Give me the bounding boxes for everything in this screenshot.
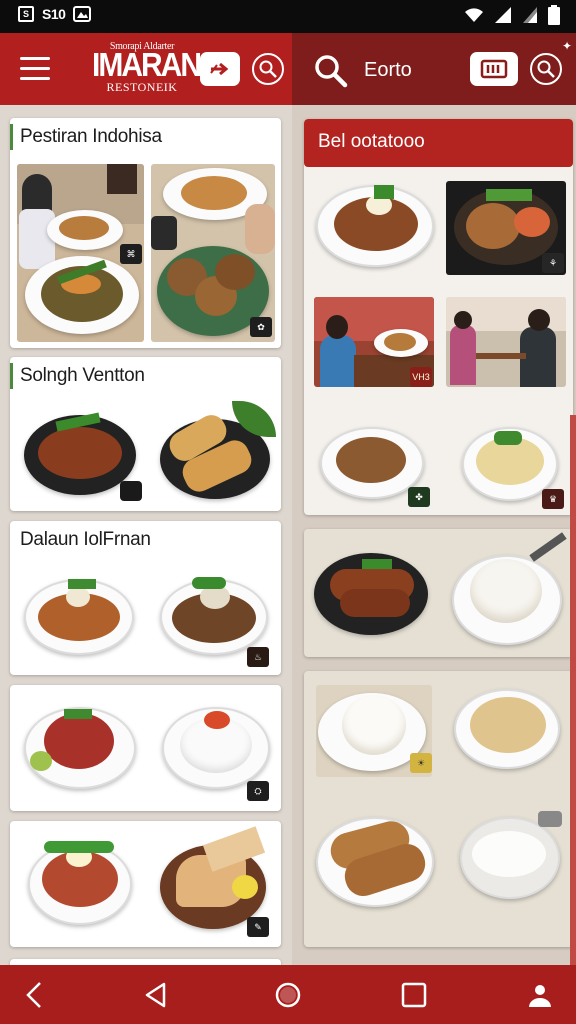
card-accent — [10, 363, 13, 389]
status-text: S10 — [42, 6, 66, 22]
profile-icon — [529, 984, 551, 1007]
hamburger-menu-icon[interactable] — [20, 57, 50, 81]
header-right: Eorto ✦ — [292, 33, 576, 105]
home-button[interactable] — [258, 965, 318, 1024]
restaurant-photo[interactable]: ⌘ — [17, 164, 144, 342]
brand-logo: Smorapi Aldarter IMARAN RESTONEIK — [92, 41, 202, 95]
nav-back-triangle-button[interactable] — [126, 965, 186, 1024]
diner-photo[interactable]: VH3 — [314, 297, 434, 387]
badge-icon: ⚘ — [542, 253, 564, 273]
search-icon — [537, 60, 555, 78]
right-search-button[interactable] — [530, 53, 562, 85]
dish-photo[interactable]: ⚘ — [446, 181, 566, 275]
notification-box-icon: S — [18, 6, 34, 22]
restaurant-card[interactable]: Pestiran Indohisa ⌘ ✿ — [10, 118, 281, 348]
back-button[interactable] — [4, 965, 64, 1024]
restaurant-title: Pestiran Indohisa — [20, 126, 162, 147]
badge-icon: ☀ — [410, 753, 432, 773]
home-triangle-icon — [145, 982, 166, 1007]
battery-icon — [548, 5, 560, 25]
signal-icon — [495, 7, 511, 23]
card-accent — [10, 124, 13, 150]
badge-icon: ♨ — [247, 647, 269, 667]
dish-image[interactable]: ☀ — [316, 685, 432, 777]
app-header: Smorapi Aldarter IMARAN RESTONEIK Eorto … — [0, 33, 576, 105]
badge-icon: ⌘ — [120, 244, 142, 264]
restaurant-card[interactable]: Dalaun IolFrnan ♨ — [10, 521, 281, 675]
dish-card[interactable]: ☀ — [304, 671, 573, 947]
search-query-text[interactable]: Eorto — [364, 59, 412, 82]
signal-icon-2 — [523, 7, 537, 23]
badge-icon: ♛ — [542, 489, 564, 509]
header-left: Smorapi Aldarter IMARAN RESTONEIK — [0, 33, 292, 105]
detail-panel[interactable]: Bel ootatooo ⚘ VH3 ✤ ♛ ☀ — [292, 105, 576, 965]
category-button[interactable] — [470, 52, 518, 86]
search-icon-large[interactable] — [314, 54, 348, 93]
restaurant-card[interactable]: ⛭ — [10, 685, 281, 811]
dish-card[interactable] — [304, 529, 573, 657]
gallery-icon — [73, 6, 92, 22]
wifi-icon — [465, 8, 483, 22]
home-circle-icon — [275, 982, 301, 1007]
restaurant-photo[interactable]: ✿ — [151, 164, 275, 342]
diner-photo[interactable] — [446, 297, 566, 387]
restaurant-title: Dalaun IolFrnan — [20, 529, 151, 550]
restaurant-card[interactable]: ✎ — [10, 821, 281, 947]
badge-icon: ✤ — [408, 487, 430, 507]
brand-name: IMARAN — [92, 47, 202, 84]
restaurant-list[interactable]: Pestiran Indohisa ⌘ ✿ Solngh Ventton Dal… — [0, 105, 292, 965]
restaurant-title: Solngh Ventton — [20, 365, 145, 386]
badge-text: VH3 — [410, 367, 432, 387]
recents-button[interactable] — [384, 965, 444, 1024]
featured-card[interactable]: Bel ootatooo ⚘ VH3 ✤ ♛ — [304, 119, 573, 515]
badge-icon: ✿ — [250, 317, 272, 337]
badge-icon: ⛭ — [247, 781, 269, 801]
back-icon — [26, 981, 41, 1008]
restaurant-card[interactable]: Solngh Ventton — [10, 357, 281, 511]
star-icon: ✦ — [561, 39, 572, 53]
status-bar: S S10 — [0, 0, 576, 33]
recents-icon — [401, 982, 427, 1007]
profile-button[interactable] — [510, 965, 570, 1024]
forward-arrow-icon — [210, 62, 229, 76]
badge-icon: ✎ — [247, 917, 269, 937]
forward-button[interactable] — [200, 52, 240, 86]
header-search-button[interactable] — [252, 53, 284, 85]
navigation-bar — [0, 965, 576, 1024]
box-icon — [480, 59, 508, 79]
search-icon — [259, 60, 277, 78]
featured-title: Bel ootatooo — [304, 119, 573, 167]
